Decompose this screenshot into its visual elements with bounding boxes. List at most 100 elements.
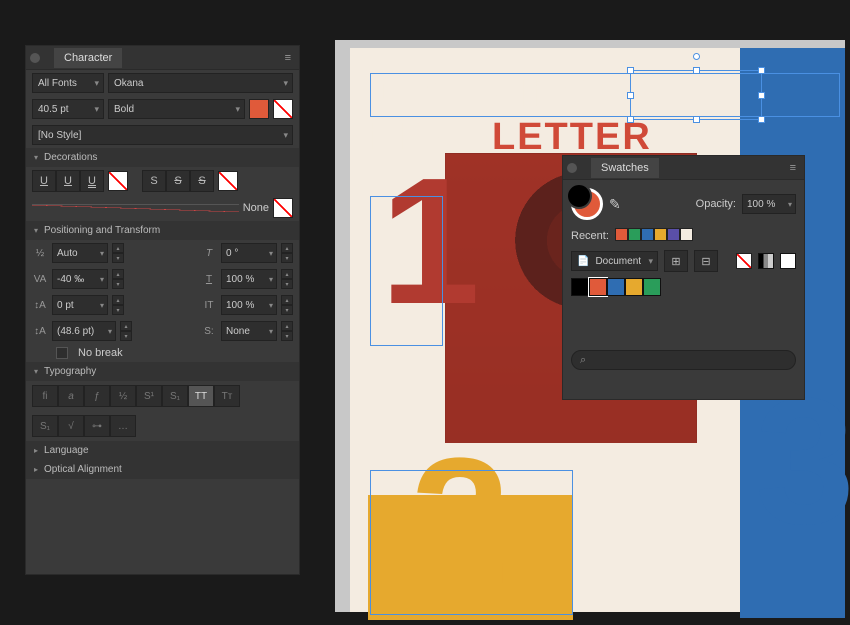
swash-btn[interactable]: ƒ [84,385,110,407]
handle-mr[interactable] [758,92,765,99]
underline-color-swatch[interactable] [108,171,128,191]
typography-section-header[interactable]: Typography [26,362,299,381]
typo3-btn[interactable]: ⊶ [84,415,110,437]
handle-tm[interactable] [693,67,700,74]
hscale-input[interactable]: 100 % [221,269,277,289]
text-frame-selection [370,73,840,117]
no-break-checkbox[interactable] [56,347,68,359]
registration-swatch[interactable] [758,253,774,269]
tracking-input[interactable]: -40 ‰ [52,269,108,289]
panel-menu-icon[interactable]: ≡ [281,52,295,64]
positioning-section-header[interactable]: Positioning and Transform [26,221,299,240]
strike3-btn[interactable]: S [190,170,214,192]
current-fill-swatch[interactable] [571,188,603,220]
handle-bl[interactable] [627,116,634,123]
recent-swatch[interactable] [654,228,667,241]
swatches-menu-icon[interactable]: ≡ [786,162,800,174]
language-section-header[interactable]: Language [26,441,299,460]
leading-icon: ↕A [32,326,48,337]
optical-alignment-section-header[interactable]: Optical Alignment [26,460,299,479]
shear-icon: S: [201,326,217,337]
decoration-line-preview [32,204,239,212]
decorations-section-header[interactable]: Decorations [26,148,299,167]
shear-input[interactable]: None [221,321,277,341]
swatches-header: Swatches ≡ [563,156,804,180]
character-tab[interactable]: Character [54,48,122,68]
superscript-btn[interactable]: S¹ [136,385,162,407]
vscale-stepper[interactable]: ▴▾ [281,295,293,315]
swatches-tab[interactable]: Swatches [591,158,659,178]
stroke-swatch[interactable] [273,99,293,119]
rotate-handle[interactable] [693,53,700,60]
underline-btn[interactable]: U [32,170,56,192]
opacity-input[interactable]: 100 % [742,194,796,214]
ligature-btn[interactable]: fi [32,385,58,407]
stylistic-btn[interactable]: a [58,385,84,407]
kerning-input[interactable]: Auto [52,243,108,263]
character-panel: Character ≡ All Fonts Okana 40.5 pt Bold… [25,45,300,575]
kerning-icon: ½ [32,248,48,259]
doc-swatch[interactable] [607,278,625,296]
typo1-btn[interactable]: S₁ [32,415,58,437]
swatches-close-icon[interactable] [567,163,577,173]
rotation-input[interactable]: 0 ° [221,243,277,263]
hscale-stepper[interactable]: ▴▾ [281,269,293,289]
handle-ml[interactable] [627,92,634,99]
swatches-panel: Swatches ≡ ✎ Opacity: 100 % Recent: 📄Doc… [562,155,805,400]
fill-swatch[interactable] [249,99,269,119]
hscale-icon: T [201,274,217,285]
subscript-btn[interactable]: S₁ [162,385,188,407]
swatch-view2-btn[interactable]: ⊟ [694,250,718,272]
doc-swatch[interactable] [571,278,589,296]
rotation-stepper[interactable]: ▴▾ [281,243,293,263]
panel-header: Character ≡ [26,46,299,70]
selected-text-box[interactable] [630,70,762,120]
double-underline-btn[interactable]: U [80,170,104,192]
kerning-stepper[interactable]: ▴▾ [112,243,124,263]
doc-swatch[interactable] [625,278,643,296]
tracking-stepper[interactable]: ▴▾ [112,269,124,289]
allcaps-btn[interactable]: TT [188,385,214,407]
typo2-btn[interactable]: √ [58,415,84,437]
swatch-search-input[interactable]: ⌕ [571,350,796,370]
smallcaps-btn[interactable]: Tᴛ [214,385,240,407]
eyedropper-icon[interactable]: ✎ [609,196,621,213]
none-swatch[interactable] [736,253,752,269]
baseline-stepper[interactable]: ▴▾ [112,295,124,315]
font-size-dropdown[interactable]: 40.5 pt [32,99,104,119]
frame-num2 [370,470,573,615]
strike-btn[interactable]: S [142,170,166,192]
handle-tl[interactable] [627,67,634,74]
recent-swatches [615,228,693,244]
leading-input[interactable]: (48.6 pt) [52,321,116,341]
swatch-scope-dropdown[interactable]: 📄Document [571,251,658,271]
white-swatch[interactable] [780,253,796,269]
baseline-input[interactable]: 0 pt [52,295,108,315]
leading-stepper[interactable]: ▴▾ [120,321,132,341]
underline2-btn[interactable]: U [56,170,80,192]
vscale-input[interactable]: 100 % [221,295,277,315]
recent-swatch[interactable] [615,228,628,241]
typo-more-btn[interactable]: … [110,415,136,437]
recent-swatch[interactable] [641,228,654,241]
decoration-color-swatch[interactable] [273,198,293,218]
font-weight-dropdown[interactable]: Bold [108,99,245,119]
doc-swatch-selected[interactable] [589,278,607,296]
strike2-btn[interactable]: S [166,170,190,192]
handle-bm[interactable] [693,116,700,123]
recent-swatch[interactable] [680,228,693,241]
recent-swatch[interactable] [667,228,680,241]
recent-swatch[interactable] [628,228,641,241]
search-icon: ⌕ [580,354,586,367]
strike-color-swatch[interactable] [218,171,238,191]
font-family-dropdown[interactable]: Okana [108,73,293,93]
fraction-btn[interactable]: ½ [110,385,136,407]
close-icon[interactable] [30,53,40,63]
character-style-dropdown[interactable]: [No Style] [32,125,293,145]
font-collection-dropdown[interactable]: All Fonts [32,73,104,93]
swatch-view1-btn[interactable]: ⊞ [664,250,688,272]
doc-swatch[interactable] [643,278,661,296]
handle-tr[interactable] [758,67,765,74]
handle-br[interactable] [758,116,765,123]
shear-stepper[interactable]: ▴▾ [281,321,293,341]
